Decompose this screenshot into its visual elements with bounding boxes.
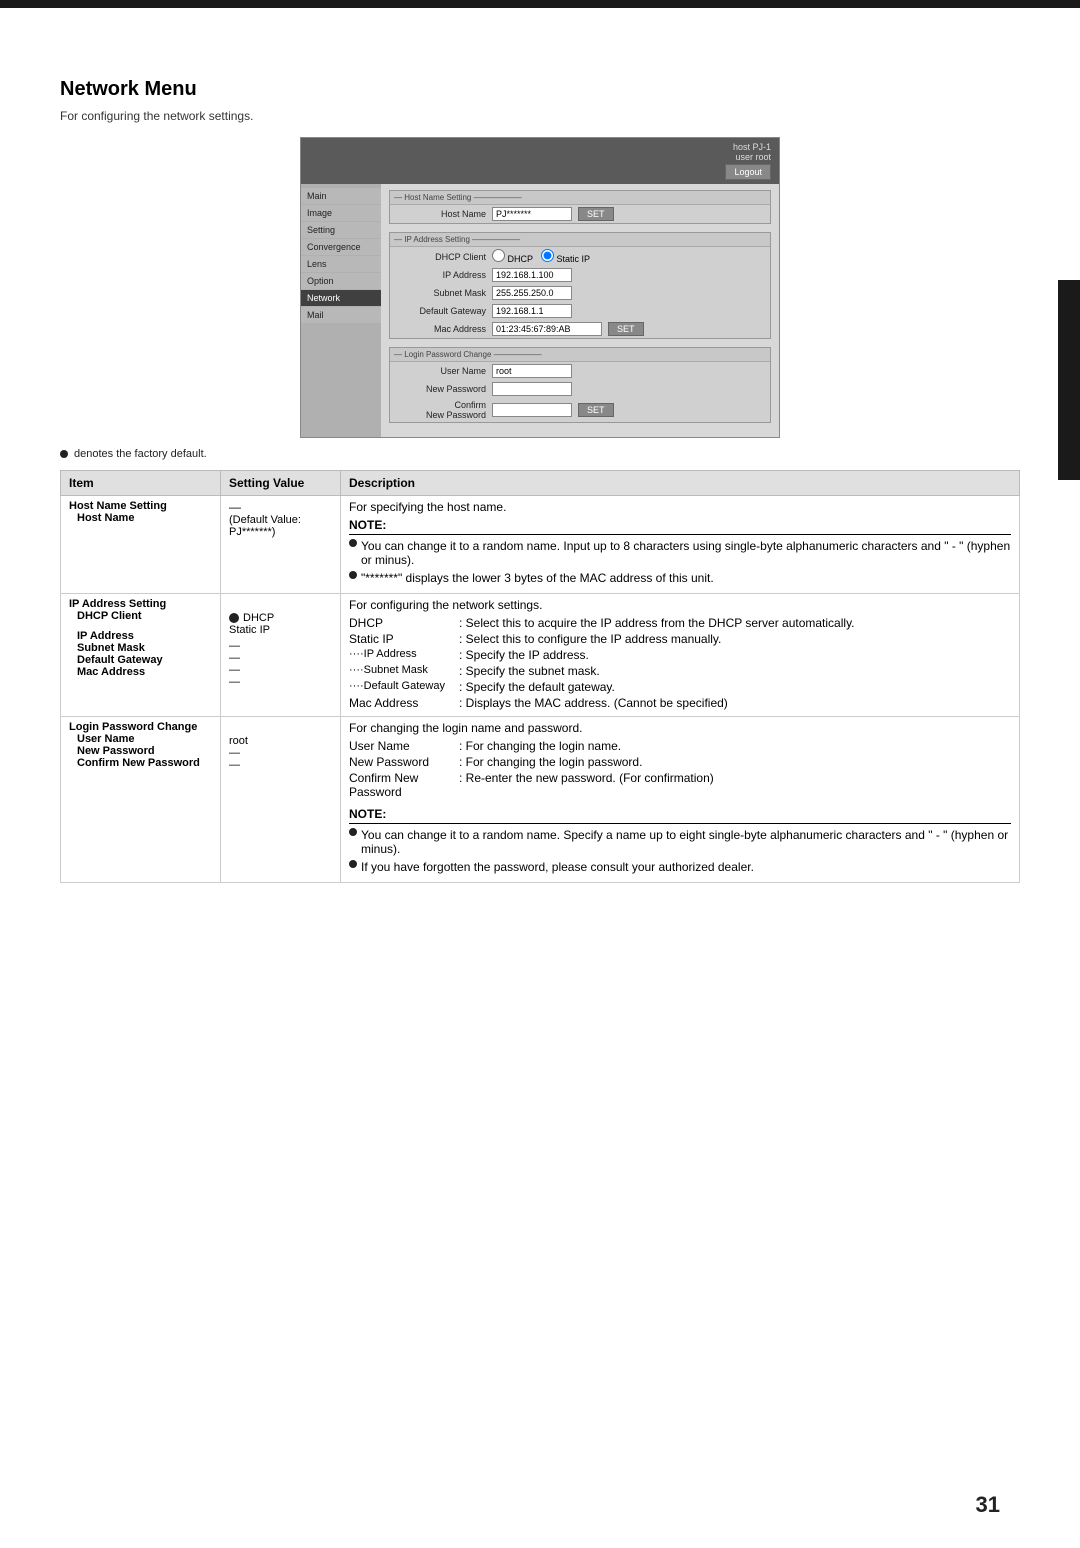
col-setting: Setting Value (221, 471, 341, 496)
bullet-icon (349, 539, 357, 547)
ip-section-label: — IP Address Setting —————— (390, 233, 770, 247)
login-section-label: — Login Password Change —————— (390, 348, 770, 362)
reference-table: Item Setting Value Description Host Name… (60, 470, 1020, 883)
bullet-icon (349, 828, 357, 836)
dhcp-radio[interactable] (492, 249, 505, 262)
ui-body: Main Image Setting Convergence Lens Opti… (301, 184, 779, 437)
ip-address-section: — IP Address Setting —————— DHCP Client … (389, 232, 771, 339)
user-name-label: User Name (396, 366, 486, 376)
ui-screenshot: host PJ-1 user root Logout Main Image Se… (300, 137, 780, 438)
factory-note-text: denotes the factory default. (74, 448, 207, 460)
ip-address-input[interactable] (492, 268, 572, 282)
item-ip-setting: IP Address Setting DHCP Client IP Addres… (61, 594, 221, 717)
host-name-section-label: — Host Name Setting —————— (390, 191, 770, 205)
mac-input[interactable] (492, 322, 602, 336)
dhcp-options: DHCP Static IP (492, 249, 590, 264)
right-tab (1058, 280, 1080, 480)
host-name-input[interactable] (492, 207, 572, 221)
ui-main-panel: — Host Name Setting —————— Host Name SET… (381, 184, 779, 437)
host-name-section: — Host Name Setting —————— Host Name SET (389, 190, 771, 224)
setting-host-name: — (Default Value:PJ*******) (221, 496, 341, 594)
static-radio-label[interactable]: Static IP (541, 249, 590, 264)
setting-login: root — — (221, 717, 341, 883)
nav-setting[interactable]: Setting (301, 222, 381, 238)
dhcp-client-label: DHCP Client (396, 252, 486, 262)
login-section: — Login Password Change —————— User Name… (389, 347, 771, 423)
new-password-row: New Password (390, 380, 770, 398)
table-row: Login Password Change User Name New Pass… (61, 717, 1020, 883)
confirm-row: ConfirmNew Password SET (390, 398, 770, 422)
col-description: Description (341, 471, 1020, 496)
nav-main[interactable]: Main (301, 188, 381, 204)
mac-label: Mac Address (396, 324, 486, 334)
new-password-label: New Password (396, 384, 486, 394)
desc-login: For changing the login name and password… (341, 717, 1020, 883)
table-row: IP Address Setting DHCP Client IP Addres… (61, 594, 1020, 717)
host-name-row: Host Name SET (390, 205, 770, 223)
page-number: 31 (976, 1492, 1000, 1518)
col-item: Item (61, 471, 221, 496)
page-container: Network Menu For configuring the network… (0, 0, 1080, 1548)
nav-network[interactable]: Network (301, 290, 381, 306)
dhcp-radio-row: DHCP Client DHCP Static IP (390, 247, 770, 266)
subnet-row: Subnet Mask (390, 284, 770, 302)
host-name-label: Host Name (396, 209, 486, 219)
nav-mail[interactable]: Mail (301, 307, 381, 323)
setting-ip: DHCP Static IP — — — — (221, 594, 341, 717)
filled-circle-icon (229, 613, 239, 623)
table-row: Host Name Setting Host Name — (Default V… (61, 496, 1020, 594)
item-login: Login Password Change User Name New Pass… (61, 717, 221, 883)
nav-image[interactable]: Image (301, 205, 381, 221)
nav-option[interactable]: Option (301, 273, 381, 289)
factory-dot-icon (60, 450, 68, 458)
top-bar (0, 0, 1080, 8)
mac-row: Mac Address SET (390, 320, 770, 338)
bullet-icon (349, 571, 357, 579)
bullet-icon (349, 860, 357, 868)
ui-nav: Main Image Setting Convergence Lens Opti… (301, 184, 381, 437)
static-radio[interactable] (541, 249, 554, 262)
user-name-row: User Name (390, 362, 770, 380)
desc-host-name: For specifying the host name. NOTE: You … (341, 496, 1020, 594)
nav-convergence[interactable]: Convergence (301, 239, 381, 255)
confirm-label: ConfirmNew Password (396, 400, 486, 420)
desc-ip: For configuring the network settings. DH… (341, 594, 1020, 717)
gateway-label: Default Gateway (396, 306, 486, 316)
gateway-row: Default Gateway (390, 302, 770, 320)
factory-note: denotes the factory default. (60, 448, 1020, 460)
logout-button[interactable]: Logout (725, 164, 771, 180)
nav-lens[interactable]: Lens (301, 256, 381, 272)
page-description: For configuring the network settings. (60, 109, 1020, 123)
ip-address-label: IP Address (396, 270, 486, 280)
mac-set-button[interactable]: SET (608, 322, 644, 336)
item-host-name-setting: Host Name Setting Host Name (61, 496, 221, 594)
login-set-button[interactable]: SET (578, 403, 614, 417)
confirm-input[interactable] (492, 403, 572, 417)
page-title: Network Menu (60, 78, 1020, 101)
host-info: host PJ-1 user root (733, 142, 771, 162)
subnet-input[interactable] (492, 286, 572, 300)
gateway-input[interactable] (492, 304, 572, 318)
ip-address-row: IP Address (390, 266, 770, 284)
subnet-label: Subnet Mask (396, 288, 486, 298)
user-name-input[interactable] (492, 364, 572, 378)
content-area: Network Menu For configuring the network… (0, 8, 1080, 943)
host-name-set-button[interactable]: SET (578, 207, 614, 221)
new-password-input[interactable] (492, 382, 572, 396)
dhcp-radio-label[interactable]: DHCP (492, 249, 533, 264)
ui-header: host PJ-1 user root Logout (301, 138, 779, 184)
